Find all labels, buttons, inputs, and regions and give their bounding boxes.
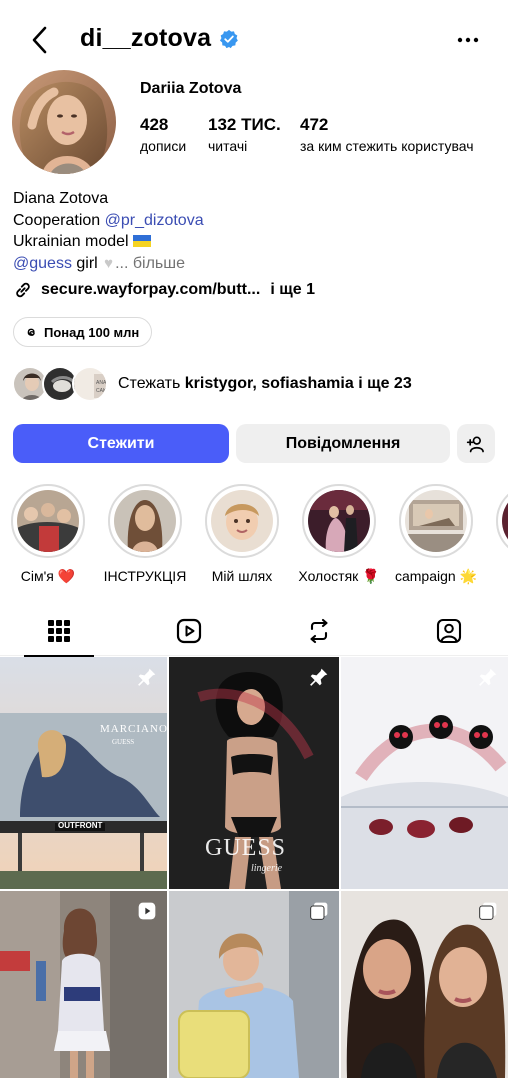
highlight-item[interactable]: Сім'я ❤️ — [0, 482, 96, 585]
highlight-item[interactable]: Холостяк 🌹 — [291, 482, 387, 585]
profile-avatar[interactable] — [12, 70, 116, 174]
highlight-item[interactable]: Мій шлях — [194, 482, 290, 584]
highlight-cover — [308, 490, 370, 552]
pinned-icon — [479, 668, 497, 686]
followers-count[interactable]: 132 ТИС. читачі — [208, 115, 281, 154]
threads-badge-text: Понад 100 млн — [44, 324, 140, 340]
mutual-more: і ще 23 — [353, 375, 412, 392]
grid-icon — [48, 620, 70, 642]
post-tile[interactable] — [0, 891, 167, 1078]
chevron-left-icon — [32, 26, 47, 54]
bio-line-model: Ukrainian model — [13, 231, 204, 253]
post-tile[interactable] — [169, 891, 339, 1078]
highlight-label: campaign 🌟 — [394, 568, 478, 584]
mutual-followers[interactable]: ANA CAKE Стежать kristygor, sofiashamia і… — [12, 366, 412, 402]
highlight-label: С — [485, 568, 508, 584]
top-bar: di__zotova — [0, 0, 508, 80]
highlight-label: Мій шлях — [211, 568, 273, 584]
post-billboard-title: MARCIANO — [100, 723, 167, 735]
svg-text:CAKE: CAKE — [96, 388, 108, 394]
profile-full-name: Dariia Zotova — [140, 80, 242, 97]
message-button[interactable]: Повідомлення — [236, 424, 450, 463]
link-icon — [16, 282, 30, 298]
highlight-cover — [211, 490, 273, 552]
post-brand-title: GUESS — [205, 835, 287, 861]
reels-icon — [176, 618, 202, 644]
post-brand-sub: lingerie — [251, 863, 283, 874]
tab-posts-grid[interactable] — [19, 606, 99, 657]
bio-more-link[interactable]: ... більше — [115, 255, 185, 272]
highlight-label: ІНСТРУКЦІЯ — [103, 568, 187, 584]
post-tile[interactable] — [341, 891, 508, 1078]
posts-count: 428 дописи — [140, 115, 186, 154]
posts-grid: MARCIANO GUESS OUTFRONT GUESS lingerie — [0, 657, 508, 1078]
profile-bio: Diana Zotova Cooperation @pr_dizotova Uk… — [13, 188, 204, 274]
more-options-button[interactable] — [456, 30, 480, 50]
svg-text:ANA: ANA — [96, 380, 107, 386]
add-person-icon — [466, 436, 484, 452]
followers-count-label: читачі — [208, 138, 248, 154]
post-tile[interactable]: GUESS lingerie — [169, 657, 339, 889]
story-highlights: Сім'я ❤️ ІНСТРУКЦІЯ Мій шлях Холостяк 🌹 … — [0, 482, 508, 592]
mutual-avatar: ANA CAKE — [72, 366, 108, 402]
pinned-icon — [310, 668, 328, 686]
following-count-label: за ким стежить користувач — [300, 138, 474, 154]
following-count[interactable]: 472 за ким стежить користувач — [300, 115, 474, 154]
link-more-text: і ще 1 — [270, 281, 315, 298]
link-url-text: secure.wayforpay.com/butt... — [41, 281, 261, 298]
tab-tagged[interactable] — [409, 606, 489, 656]
carousel-icon — [310, 902, 328, 920]
bio-mention-pr[interactable]: @pr_dizotova — [105, 212, 204, 229]
highlight-item[interactable]: campaign 🌟 — [388, 482, 484, 585]
followers-count-value: 132 ТИС. — [208, 115, 281, 134]
repost-icon — [310, 618, 328, 644]
more-horizontal-icon — [457, 37, 479, 43]
highlight-label: Холостяк 🌹 — [298, 568, 380, 584]
bio-line-guess: @guess girl ♥... більше — [13, 253, 204, 275]
threads-badge[interactable]: Понад 100 млн — [13, 317, 153, 347]
bio-line-cooperation: Cooperation @pr_dizotova — [13, 211, 204, 229]
bio-external-link[interactable]: secure.wayforpay.com/butt... і ще 1 — [13, 280, 315, 300]
posts-count-value: 428 — [140, 115, 169, 134]
tagged-icon — [436, 618, 462, 644]
back-button[interactable] — [24, 24, 54, 56]
highlight-cover — [17, 490, 79, 552]
highlight-cover — [114, 490, 176, 552]
suggest-users-button[interactable] — [457, 424, 495, 463]
post-tile[interactable]: MARCIANO GUESS OUTFRONT — [0, 657, 167, 889]
highlight-item[interactable]: С — [485, 482, 508, 584]
tab-reels[interactable] — [149, 606, 229, 656]
highlight-cover — [502, 490, 508, 552]
highlight-cover — [405, 490, 467, 552]
mutual-names: kristygor, sofiashamia — [184, 375, 354, 392]
bio-line-name: Diana Zotova — [13, 190, 109, 207]
white-heart-icon: ♥ — [104, 254, 114, 272]
bio-mention-guess[interactable]: @guess — [13, 255, 72, 272]
follow-button[interactable]: Стежити — [13, 424, 229, 463]
profile-username: di__zotova — [80, 24, 239, 53]
posts-count-label: дописи — [140, 138, 187, 154]
mutual-followers-text: Стежать kristygor, sofiashamia і ще 23 — [118, 375, 412, 392]
following-count-value: 472 — [300, 115, 329, 134]
ukraine-flag-icon — [132, 235, 151, 247]
reel-icon — [138, 902, 156, 920]
carousel-icon — [479, 902, 497, 920]
highlight-label: Сім'я ❤️ — [20, 568, 76, 584]
post-billboard-sub: GUESS — [112, 738, 135, 746]
post-tile[interactable] — [341, 657, 508, 889]
username-text: di__zotova — [80, 24, 212, 52]
verified-badge-icon — [220, 29, 239, 48]
threads-icon — [27, 328, 35, 336]
profile-tabs — [0, 606, 508, 657]
highlight-item[interactable]: ІНСТРУКЦІЯ — [97, 482, 193, 584]
tab-reposts[interactable] — [279, 606, 359, 656]
pinned-icon — [138, 668, 156, 686]
post-billboard-brand: OUTFRONT — [58, 821, 103, 830]
